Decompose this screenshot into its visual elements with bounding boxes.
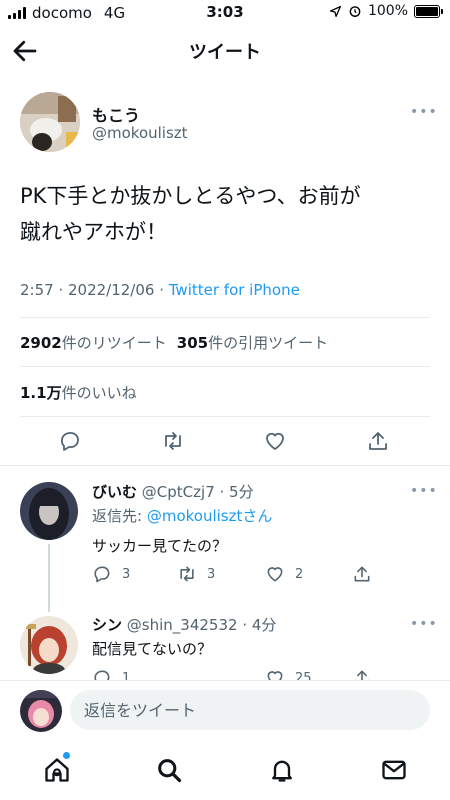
retweet-icon <box>180 566 194 582</box>
my-avatar[interactable] <box>20 690 62 732</box>
reply-action-reply[interactable]: 3 <box>92 564 130 584</box>
share-icon <box>354 566 370 582</box>
retweet-quote-stats: 2902件のリツイート 305件の引用ツイート <box>20 332 328 353</box>
battery-fill <box>416 6 438 16</box>
reply-icon[interactable] <box>58 429 82 453</box>
reply-action-share[interactable] <box>352 564 372 584</box>
like-icon <box>267 567 283 582</box>
reply-compose-input[interactable] <box>70 690 430 730</box>
divider <box>20 317 430 318</box>
share-icon[interactable] <box>366 429 390 453</box>
reply-handle-time[interactable]: @CptCzj7 · 5分 <box>142 483 254 501</box>
reply-icon <box>94 566 110 583</box>
reply-count: 3 <box>122 566 131 582</box>
compose-bar <box>0 680 450 742</box>
search-icon[interactable] <box>155 756 183 784</box>
retweet-count: 3 <box>207 566 216 582</box>
tweet-text-line: 蹴れやアホが！ <box>20 220 167 244</box>
page-title: ツイート <box>189 42 261 63</box>
like-count[interactable]: 1.1万 <box>20 384 62 402</box>
retweet-label[interactable]: 件のリツイート <box>62 334 167 352</box>
tweet-actions <box>0 426 450 456</box>
status-bar: docomo 4G 3:03 100% <box>0 0 450 26</box>
retweet-count[interactable]: 2902 <box>20 334 62 352</box>
thread-line <box>48 544 50 612</box>
avatar-image <box>20 92 80 152</box>
tweet-timestamp: 2:57 · 2022/12/06 · <box>20 281 169 299</box>
tweet-text-line: PK下手とか抜かしとるやつ、お前が <box>20 184 361 208</box>
battery-percent: 100% <box>367 3 408 19</box>
reply-avatar[interactable] <box>20 616 78 674</box>
like-count: 2 <box>295 566 304 582</box>
battery-icon <box>414 4 443 18</box>
tweet-source-link[interactable]: Twitter for iPhone <box>169 281 300 299</box>
reply-to-prefix: 返信先: <box>92 507 147 525</box>
reply-author-name[interactable]: シン <box>92 616 122 634</box>
reply-action-retweet[interactable]: 3 <box>177 564 215 584</box>
reply-to-line: 返信先: @mokoulisztさん <box>92 505 272 526</box>
avatar-image <box>20 616 78 674</box>
author-handle[interactable]: @mokouliszt <box>92 124 188 142</box>
divider <box>20 366 430 367</box>
location-icon <box>329 5 341 17</box>
home-badge-dot <box>63 752 70 759</box>
more-options-icon[interactable]: ••• <box>410 616 438 632</box>
quote-count[interactable]: 305 <box>177 334 208 352</box>
reply-handle-time[interactable]: @shin_342532 · 4分 <box>127 616 277 634</box>
tweet-text: PK下手とか抜かしとるやつ、お前が 蹴れやアホが！ <box>20 178 430 250</box>
more-options-icon[interactable]: ••• <box>410 483 438 499</box>
author-avatar[interactable] <box>20 92 80 152</box>
like-label[interactable]: 件のいいね <box>62 384 137 402</box>
notifications-icon[interactable] <box>268 756 296 784</box>
reply-avatar[interactable] <box>20 482 78 540</box>
reply-header: シン @shin_342532 · 4分 <box>92 614 276 635</box>
avatar-image <box>20 690 62 732</box>
like-stats: 1.1万件のいいね <box>20 382 137 403</box>
avatar-image <box>20 482 78 540</box>
reply-action-like[interactable]: 2 <box>265 564 303 584</box>
reply-text: サッカー見てたの？ <box>92 537 228 555</box>
reply-to-suffix[interactable]: さん <box>242 507 272 525</box>
alarm-icon <box>349 6 361 17</box>
reply-to-mention[interactable]: @mokouliszt <box>147 507 243 525</box>
home-icon[interactable] <box>43 756 71 784</box>
reply-text: 配信見てないの？ <box>92 640 213 658</box>
more-options-icon[interactable]: ••• <box>410 104 438 120</box>
quote-label[interactable]: 件の引用ツイート <box>208 334 328 352</box>
reply-author-name[interactable]: びいむ <box>92 483 137 501</box>
tweet-meta: 2:57 · 2022/12/06 · Twitter for iPhone <box>20 281 300 299</box>
tab-bar <box>0 742 450 800</box>
header: ツイート <box>0 26 450 74</box>
reply-header: びいむ @CptCzj7 · 5分 <box>92 481 254 502</box>
status-right: 100% <box>329 3 443 19</box>
retweet-icon[interactable] <box>161 429 185 453</box>
like-icon[interactable] <box>263 429 287 453</box>
divider <box>20 416 430 417</box>
messages-icon[interactable] <box>380 756 408 784</box>
divider <box>0 465 450 466</box>
author-name[interactable]: もこう <box>92 102 140 126</box>
